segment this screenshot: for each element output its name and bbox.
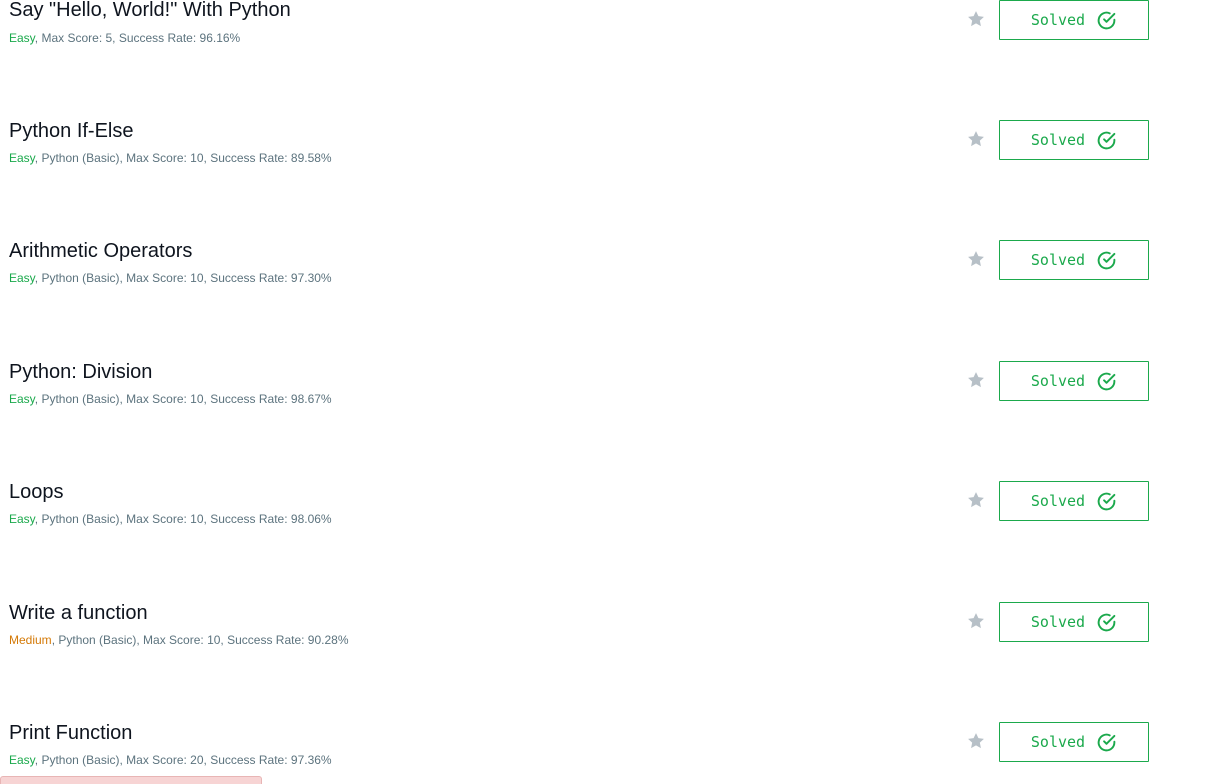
difficulty-label: Easy — [9, 271, 35, 285]
solved-button[interactable]: Solved — [999, 722, 1149, 762]
challenge-meta: Easy, Python (Basic), Max Score: 10, Suc… — [9, 392, 332, 406]
challenge-title[interactable]: Python If-Else — [9, 120, 134, 142]
check-circle-icon — [1097, 613, 1116, 631]
difficulty-label: Easy — [9, 512, 35, 526]
challenge-meta: Easy, Max Score: 5, Success Rate: 96.16% — [9, 31, 240, 45]
difficulty-label: Easy — [9, 753, 35, 767]
solved-label: Solved — [1030, 251, 1086, 269]
challenge-title[interactable]: Print Function — [9, 722, 132, 744]
solved-label: Solved — [1030, 11, 1086, 29]
challenge-meta: Easy, Python (Basic), Max Score: 10, Suc… — [9, 512, 332, 526]
solved-button[interactable]: Solved — [999, 481, 1149, 521]
challenge-meta: Easy, Python (Basic), Max Score: 10, Suc… — [9, 151, 332, 165]
challenge-stats: , Python (Basic), Max Score: 10, Success… — [34, 271, 332, 285]
solved-label: Solved — [1030, 492, 1086, 510]
solved-button[interactable]: Solved — [999, 361, 1149, 401]
solved-button[interactable]: Solved — [999, 602, 1149, 642]
challenge-title[interactable]: Loops — [9, 481, 64, 503]
solved-button[interactable]: Solved — [999, 0, 1149, 40]
check-circle-icon — [1097, 372, 1116, 390]
status-toast — [0, 776, 262, 784]
check-circle-icon — [1097, 131, 1116, 149]
check-circle-icon — [1097, 251, 1116, 269]
challenge-stats: , Python (Basic), Max Score: 10, Success… — [51, 633, 349, 647]
difficulty-label: Easy — [9, 392, 35, 406]
bookmark-star-icon[interactable] — [966, 611, 986, 631]
difficulty-label: Medium — [9, 633, 52, 647]
bookmark-star-icon[interactable] — [966, 129, 986, 149]
challenge-stats: , Python (Basic), Max Score: 10, Success… — [34, 512, 332, 526]
bookmark-star-icon[interactable] — [966, 249, 986, 269]
bookmark-star-icon[interactable] — [966, 370, 986, 390]
challenge-row: Python: Division Easy, Python (Basic), M… — [0, 361, 1208, 421]
bookmark-star-icon[interactable] — [966, 731, 986, 751]
challenge-row: Python If-Else Easy, Python (Basic), Max… — [0, 120, 1208, 180]
challenge-row: Arithmetic Operators Easy, Python (Basic… — [0, 240, 1208, 300]
check-circle-icon — [1097, 11, 1116, 29]
challenge-title[interactable]: Say "Hello, World!" With Python — [9, 0, 291, 21]
solved-label: Solved — [1030, 613, 1086, 631]
solved-label: Solved — [1030, 372, 1086, 390]
challenge-row: Print Function Easy, Python (Basic), Max… — [0, 722, 1208, 782]
challenge-stats: , Python (Basic), Max Score: 20, Success… — [34, 753, 332, 767]
difficulty-label: Easy — [9, 151, 35, 165]
challenge-title[interactable]: Write a function — [9, 602, 148, 624]
challenge-title[interactable]: Python: Division — [9, 361, 152, 383]
challenge-stats: , Python (Basic), Max Score: 10, Success… — [34, 392, 332, 406]
difficulty-label: Easy — [9, 31, 35, 45]
solved-button[interactable]: Solved — [999, 240, 1149, 280]
challenge-stats: , Python (Basic), Max Score: 10, Success… — [34, 151, 332, 165]
challenge-title[interactable]: Arithmetic Operators — [9, 240, 192, 262]
challenge-meta: Easy, Python (Basic), Max Score: 20, Suc… — [9, 753, 332, 767]
challenge-row: Loops Easy, Python (Basic), Max Score: 1… — [0, 481, 1208, 541]
bookmark-star-icon[interactable] — [966, 9, 986, 29]
solved-button[interactable]: Solved — [999, 120, 1149, 160]
challenge-row: Write a function Medium, Python (Basic),… — [0, 602, 1208, 662]
challenge-meta: Easy, Python (Basic), Max Score: 10, Suc… — [9, 271, 332, 285]
check-circle-icon — [1097, 733, 1116, 751]
challenge-meta: Medium, Python (Basic), Max Score: 10, S… — [9, 633, 349, 647]
challenge-list: Say "Hello, World!" With Python Easy, Ma… — [0, 0, 1208, 784]
challenge-row: Say "Hello, World!" With Python Easy, Ma… — [0, 0, 1208, 60]
bookmark-star-icon[interactable] — [966, 490, 986, 510]
solved-label: Solved — [1030, 131, 1086, 149]
solved-label: Solved — [1030, 733, 1086, 751]
check-circle-icon — [1097, 492, 1116, 510]
challenge-stats: , Max Score: 5, Success Rate: 96.16% — [34, 31, 241, 45]
